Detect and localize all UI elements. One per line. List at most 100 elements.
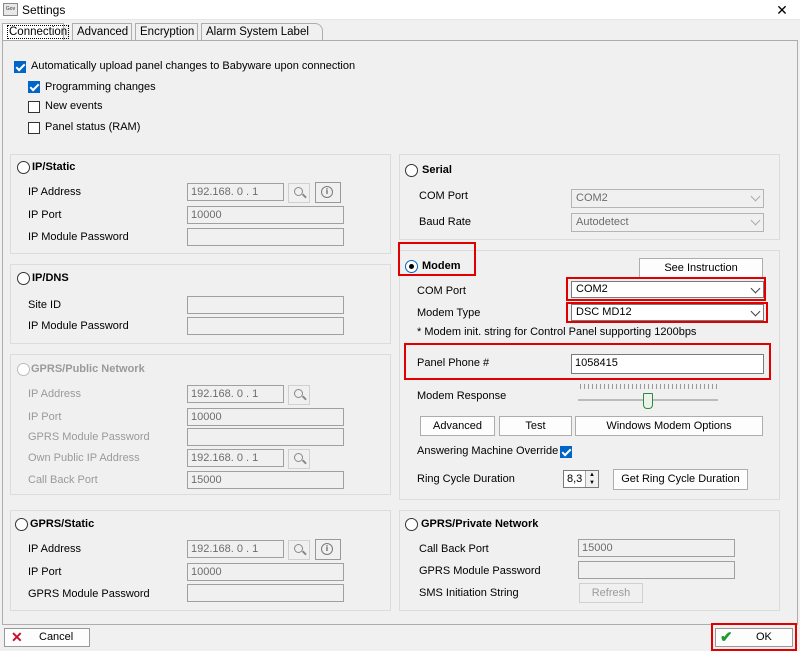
- tab-label: Connection: [7, 25, 70, 39]
- advanced-button[interactable]: Advanced: [420, 416, 495, 436]
- answering-machine-label: Answering Machine Override: [417, 445, 559, 457]
- get-ring-cycle-button[interactable]: Get Ring Cycle Duration: [613, 469, 748, 490]
- tab-alarm-system-label[interactable]: Alarm System Label: [201, 23, 323, 40]
- programming-changes-label: Programming changes: [45, 81, 156, 93]
- gprs-private-title: GPRS/Private Network: [421, 518, 539, 530]
- modem-com-select[interactable]: COM2: [571, 281, 764, 298]
- tab-advanced[interactable]: Advanced: [72, 23, 132, 40]
- slider-ticks: [580, 384, 718, 389]
- chevron-down-icon: [750, 283, 761, 294]
- search-icon[interactable]: [288, 540, 310, 560]
- ip-port-field[interactable]: 10000: [187, 206, 344, 224]
- info-icon[interactable]: i: [315, 182, 341, 203]
- search-icon[interactable]: [288, 183, 310, 203]
- ip-static-radio[interactable]: [17, 161, 30, 174]
- panel-status-checkbox[interactable]: [28, 122, 40, 134]
- sms-initiation-label: SMS Initiation String: [419, 587, 519, 599]
- ip-port-label: IP Port: [28, 209, 62, 221]
- ip-dns-password-label: IP Module Password: [28, 320, 129, 332]
- ok-button[interactable]: ✔ OK: [715, 628, 793, 647]
- close-icon: ✕: [11, 629, 23, 645]
- answering-machine-checkbox[interactable]: [560, 446, 572, 458]
- ip-dns-title: IP/DNS: [32, 272, 69, 284]
- search-icon[interactable]: [288, 385, 310, 405]
- ring-cycle-stepper[interactable]: 8,3 ▲ ▼: [563, 470, 599, 488]
- new-events-checkbox[interactable]: [28, 101, 40, 113]
- gprs-static-password-field[interactable]: [187, 584, 344, 602]
- baud-rate-select[interactable]: Autodetect: [571, 213, 764, 232]
- title-bar: Gov Settings ✕: [0, 0, 800, 20]
- modem-type-label: Modem Type: [417, 307, 481, 319]
- windows-modem-options-button[interactable]: Windows Modem Options: [575, 416, 763, 436]
- cancel-button[interactable]: ✕ Cancel: [4, 628, 90, 647]
- gprs-static-radio[interactable]: [15, 518, 28, 531]
- gprs-public-password-field[interactable]: [187, 428, 344, 446]
- gprs-private-callback-field[interactable]: 15000: [578, 539, 735, 557]
- site-id-label: Site ID: [28, 299, 62, 311]
- refresh-button[interactable]: Refresh: [579, 583, 643, 603]
- stepper-arrows-icon[interactable]: ▲ ▼: [585, 471, 598, 487]
- cancel-label: Cancel: [39, 631, 74, 643]
- baud-rate-value: Autodetect: [576, 216, 629, 228]
- site-id-field[interactable]: [187, 296, 344, 314]
- gprs-public-callback-field[interactable]: 15000: [187, 471, 344, 489]
- own-public-ip-field[interactable]: 192.168. 0 . 1: [187, 449, 284, 467]
- gprs-public-title: GPRS/Public Network: [31, 363, 145, 375]
- programming-changes-checkbox[interactable]: [28, 81, 40, 93]
- panel-phone-field[interactable]: 1058415: [571, 354, 764, 374]
- ring-cycle-label: Ring Cycle Duration: [417, 473, 515, 485]
- gprs-public-callback-label: Call Back Port: [28, 474, 98, 486]
- auto-upload-checkbox[interactable]: [14, 61, 26, 73]
- ip-address-label: IP Address: [28, 186, 81, 198]
- gprs-static-password-label: GPRS Module Password: [28, 588, 150, 600]
- tab-label: Alarm System Label: [206, 26, 309, 38]
- modem-init-note: * Modem init. string for Control Panel s…: [417, 326, 697, 338]
- ip-module-password-field[interactable]: [187, 228, 344, 246]
- gprs-private-password-field[interactable]: [578, 561, 735, 579]
- modem-type-select[interactable]: DSC MD12: [571, 304, 764, 321]
- chevron-down-icon: [750, 191, 761, 202]
- gprs-public-ip-field[interactable]: 192.168. 0 . 1: [187, 385, 284, 403]
- serial-com-label: COM Port: [419, 190, 468, 202]
- ring-cycle-value: 8,3: [567, 473, 583, 485]
- info-icon[interactable]: i: [315, 539, 341, 560]
- gprs-static-port-field[interactable]: 10000: [187, 563, 344, 581]
- gprs-public-password-label: GPRS Module Password: [28, 431, 150, 443]
- ip-address-field[interactable]: 192.168. 0 . 1: [187, 183, 284, 201]
- see-instruction-button[interactable]: See Instruction: [639, 258, 763, 278]
- modem-title: Modem: [422, 260, 461, 272]
- gprs-static-ip-field[interactable]: 192.168. 0 . 1: [187, 540, 284, 558]
- serial-title: Serial: [422, 164, 452, 176]
- gprs-private-radio[interactable]: [405, 518, 418, 531]
- close-icon[interactable]: ✕: [770, 0, 794, 20]
- gprs-public-port-field[interactable]: 10000: [187, 408, 344, 426]
- ok-label: OK: [756, 631, 772, 643]
- gprs-static-title: GPRS/Static: [30, 518, 95, 530]
- test-button[interactable]: Test: [499, 416, 572, 436]
- panel-status-label: Panel status (RAM): [45, 121, 141, 133]
- gprs-public-ip-label: IP Address: [28, 388, 81, 400]
- ip-dns-password-field[interactable]: [187, 317, 344, 335]
- gprs-static-port-label: IP Port: [28, 566, 62, 578]
- baud-rate-label: Baud Rate: [419, 216, 471, 228]
- tab-encryption[interactable]: Encryption: [135, 23, 198, 40]
- modem-com-value: COM2: [576, 283, 608, 295]
- tab-label: Encryption: [140, 26, 195, 38]
- tab-connection[interactable]: Connection: [2, 23, 70, 41]
- gprs-public-radio[interactable]: [17, 363, 30, 376]
- own-public-ip-label: Own Public IP Address: [28, 452, 140, 464]
- serial-radio[interactable]: [405, 164, 418, 177]
- footer-bar: [0, 626, 800, 651]
- slider-thumb[interactable]: [643, 393, 653, 409]
- chevron-down-icon: [750, 306, 761, 317]
- search-icon[interactable]: [288, 449, 310, 469]
- auto-upload-label: Automatically upload panel changes to Ba…: [31, 60, 356, 72]
- ip-dns-radio[interactable]: [17, 272, 30, 285]
- modem-type-value: DSC MD12: [576, 306, 632, 318]
- tab-label: Advanced: [77, 26, 129, 38]
- gprs-public-port-label: IP Port: [28, 411, 62, 423]
- ip-module-password-label: IP Module Password: [28, 231, 129, 243]
- serial-com-select[interactable]: COM2: [571, 189, 764, 208]
- gprs-private-password-label: GPRS Module Password: [419, 565, 541, 577]
- modem-radio[interactable]: [405, 260, 418, 273]
